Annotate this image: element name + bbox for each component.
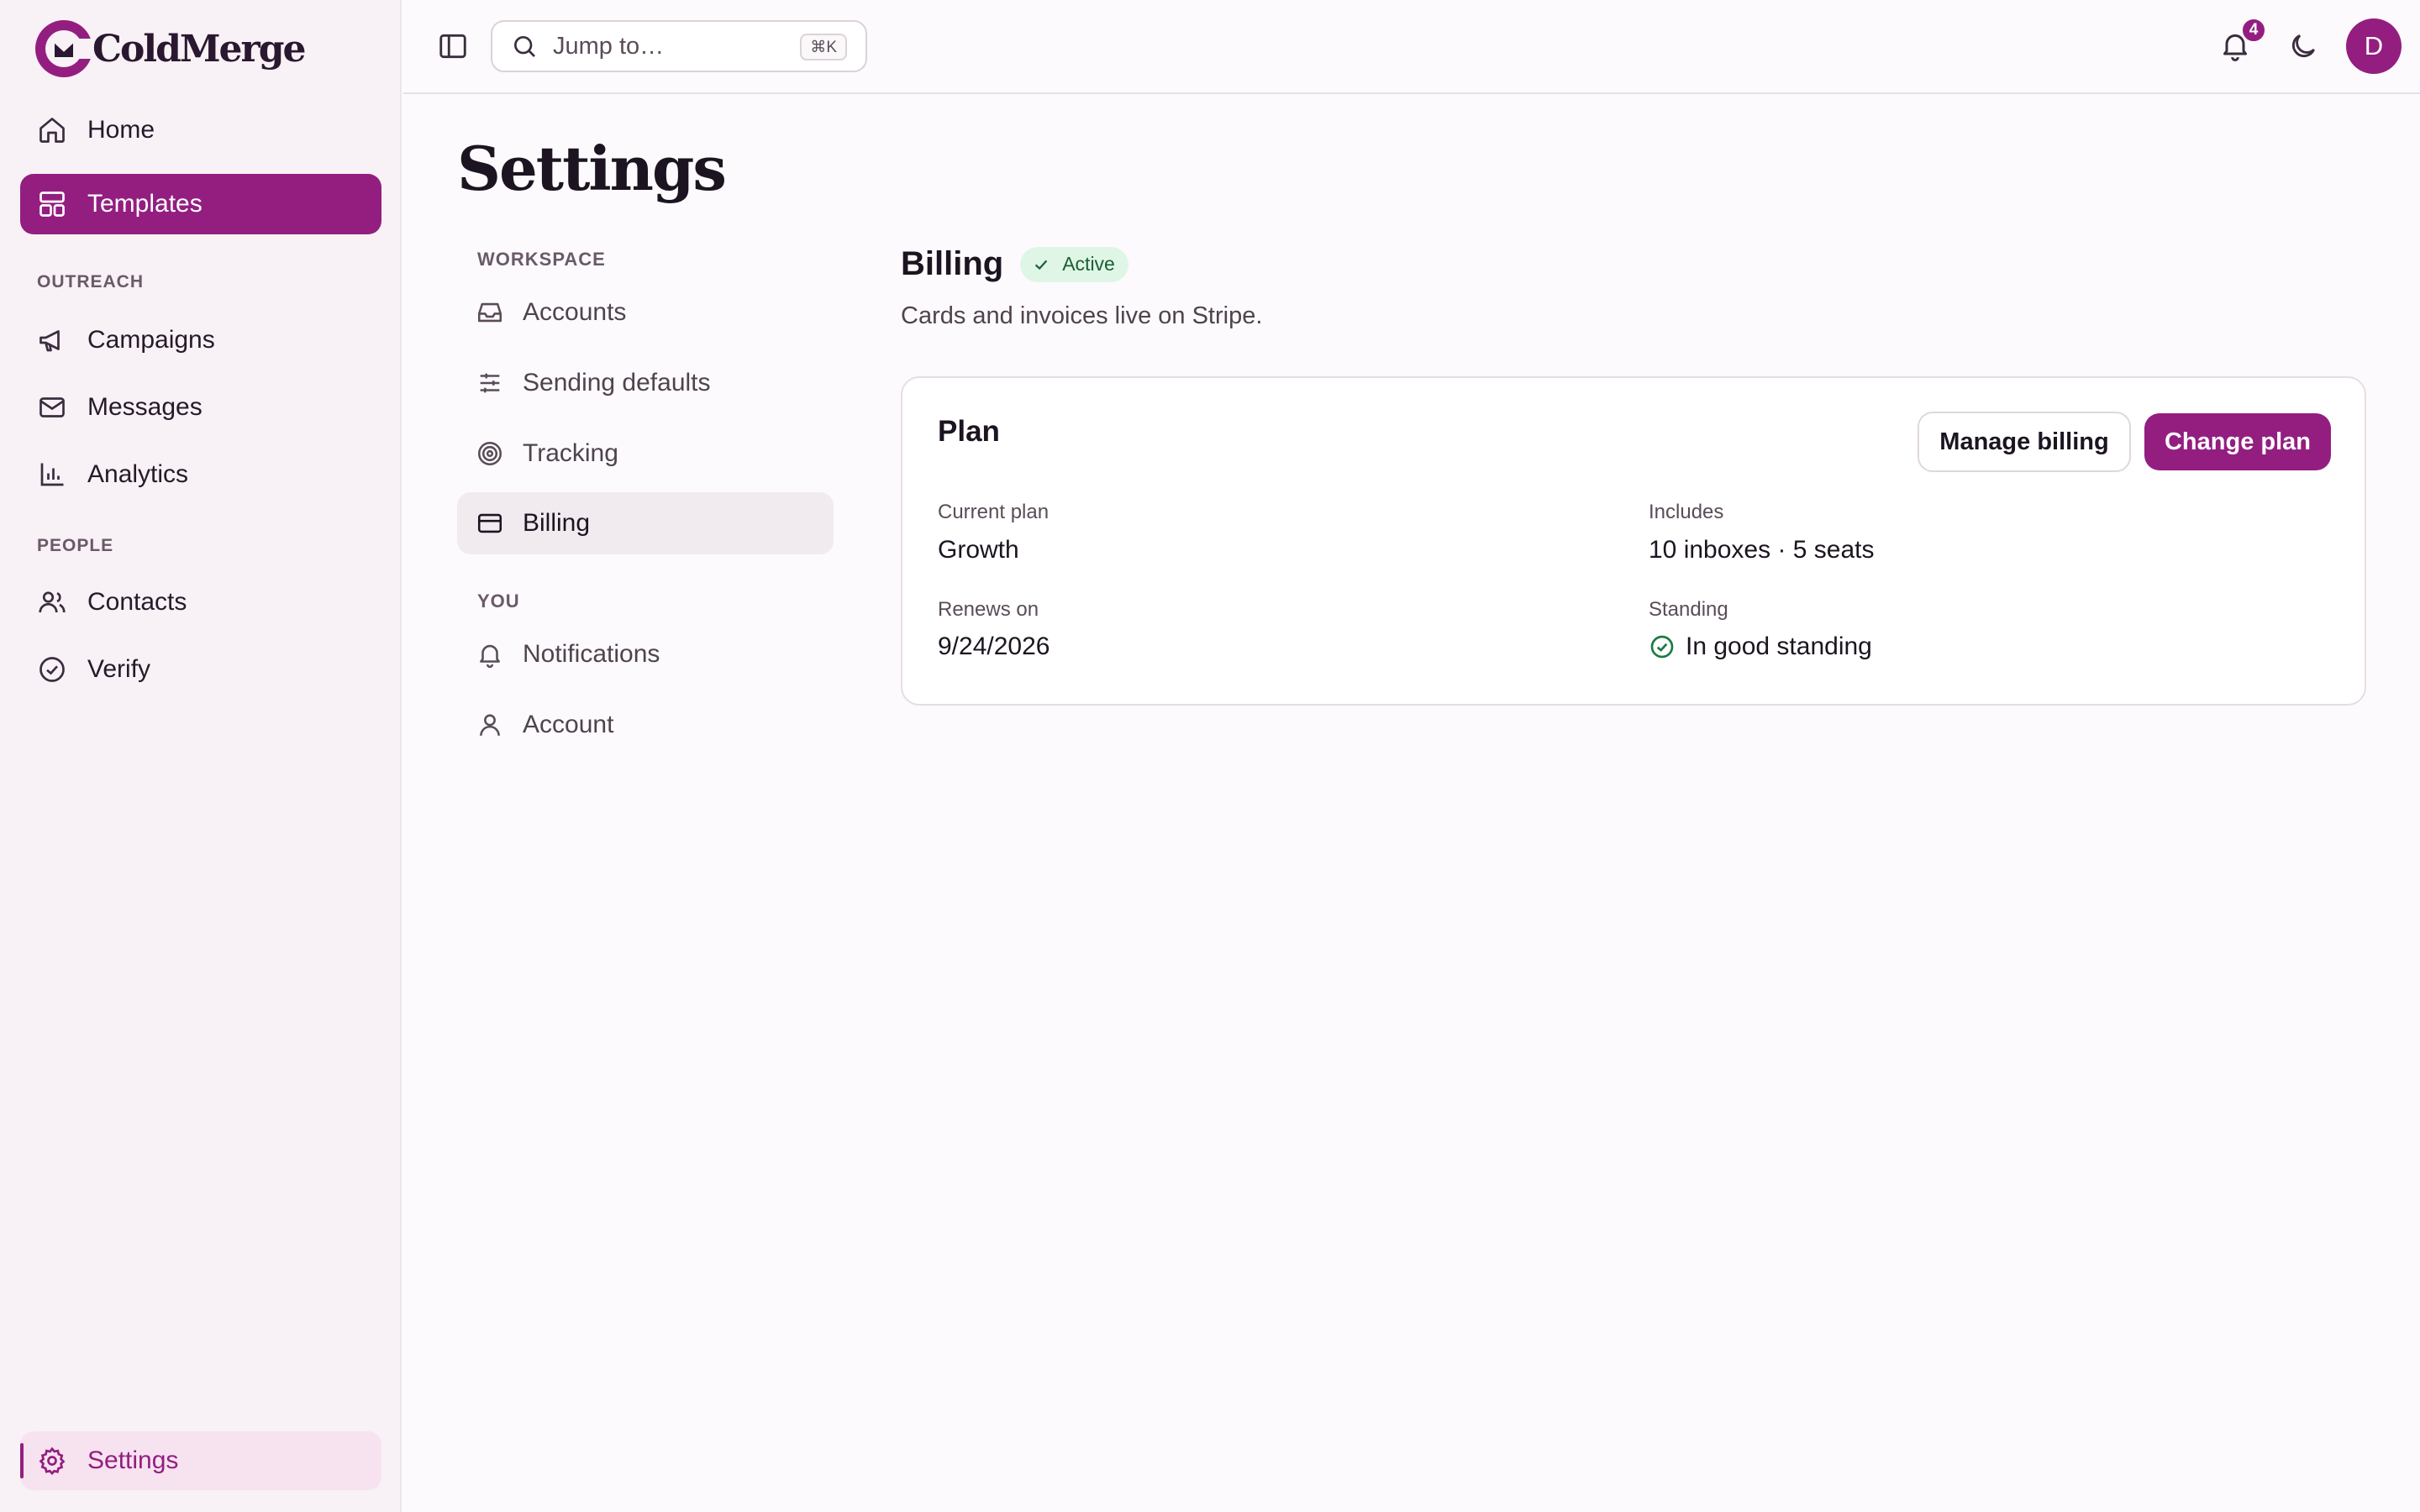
check-icon <box>1035 260 1048 270</box>
sidebar: ColdMerge Home Templates OUTREACH Campai… <box>0 0 402 1512</box>
settings-nav-label: Sending defaults <box>523 369 711 396</box>
active-indicator <box>20 1443 24 1478</box>
current-plan-value: Growth <box>938 536 1019 564</box>
sidebar-item-analytics[interactable]: Analytics <box>20 444 381 505</box>
app-root: ColdMerge Home Templates OUTREACH Campai… <box>0 0 2420 1512</box>
sidebar-section-outreach: OUTREACH <box>37 272 144 291</box>
settings-nav-accounts[interactable]: Accounts <box>457 281 834 344</box>
check-circle-icon <box>39 657 65 682</box>
home-icon <box>39 118 65 143</box>
sidebar-item-label: Home <box>87 116 155 144</box>
sliders-icon <box>480 373 500 393</box>
settings-nav-label: Billing <box>523 509 591 537</box>
status-badge: Active <box>1020 246 1128 282</box>
bar-chart-icon <box>40 463 64 486</box>
mail-icon <box>39 397 65 417</box>
renews-on-value: 9/24/2026 <box>938 633 1050 660</box>
inbox-icon <box>477 302 502 323</box>
search-placeholder: Jump to… <box>553 32 665 60</box>
settings-nav-tracking[interactable]: Tracking <box>457 423 834 485</box>
target-icon <box>477 441 502 466</box>
notification-count-badge: 4 <box>2240 17 2267 44</box>
page-title: Settings <box>457 133 727 204</box>
billing-title: Billing <box>901 245 1004 282</box>
bell-icon <box>480 644 500 669</box>
gear-icon <box>39 1446 66 1475</box>
includes-label: Includes <box>1649 501 1724 523</box>
sidebar-item-verify[interactable]: Verify <box>20 639 381 700</box>
plan-card: Plan Manage billing Change plan Current … <box>901 376 2366 706</box>
sidebar-item-label: Analytics <box>87 460 189 488</box>
sidebar-item-label: Settings <box>87 1446 179 1474</box>
sidebar-item-home[interactable]: Home <box>20 100 381 160</box>
sidebar-toggle-icon[interactable] <box>437 30 469 62</box>
sidebar-item-templates[interactable]: Templates <box>20 174 381 234</box>
logo-mark-icon <box>35 20 96 77</box>
settings-nav-account[interactable]: Account <box>457 694 834 756</box>
manage-billing-button[interactable]: Manage billing <box>1918 412 2131 472</box>
renews-on-label: Renews on <box>938 598 1039 621</box>
user-icon <box>480 714 500 736</box>
sidebar-item-campaigns[interactable]: Campaigns <box>20 310 381 370</box>
search-icon <box>514 36 535 57</box>
topbar: Jump to… ⌘K 4 D <box>403 0 2420 94</box>
sidebar-section-people: PEOPLE <box>37 536 114 555</box>
megaphone-icon <box>39 330 60 352</box>
sidebar-item-messages[interactable]: Messages <box>20 377 381 438</box>
settings-nav-notifications[interactable]: Notifications <box>457 623 834 685</box>
change-plan-button[interactable]: Change plan <box>2144 413 2331 470</box>
layout-icon <box>39 192 65 217</box>
billing-description: Cards and invoices live on Stripe. <box>901 302 1263 329</box>
settings-section-you: YOU <box>477 591 520 612</box>
current-plan-label: Current plan <box>938 501 1050 523</box>
standing-value: In good standing <box>1649 633 1872 661</box>
sidebar-item-settings[interactable]: Settings <box>20 1431 381 1490</box>
billing-header: Billing Active <box>901 245 1128 283</box>
sidebar-item-label: Templates <box>87 190 203 218</box>
plan-card-title: Plan <box>938 415 1000 448</box>
app-name: ColdMerge <box>92 27 306 71</box>
standing-label: Standing <box>1649 598 1728 621</box>
settings-nav-billing[interactable]: Billing <box>457 492 834 554</box>
sidebar-item-label: Contacts <box>87 588 187 616</box>
settings-nav-label: Tracking <box>523 439 618 467</box>
sidebar-item-label: Messages <box>87 393 203 421</box>
settings-nav-label: Notifications <box>523 640 660 668</box>
users-icon <box>39 591 66 613</box>
settings-nav-label: Accounts <box>523 298 627 326</box>
user-avatar[interactable]: D <box>2346 18 2402 74</box>
status-label: Active <box>1062 253 1115 275</box>
dark-mode-moon-icon[interactable] <box>2287 30 2319 62</box>
app-logo[interactable]: ColdMerge <box>32 17 306 81</box>
search-input[interactable]: Jump to… ⌘K <box>491 20 867 72</box>
check-circle-icon <box>1650 635 1674 659</box>
credit-card-icon <box>477 513 502 533</box>
includes-value: 10 inboxes · 5 seats <box>1649 536 1875 564</box>
settings-nav-label: Account <box>523 711 614 738</box>
sidebar-item-contacts[interactable]: Contacts <box>20 572 381 633</box>
sidebar-item-label: Verify <box>87 655 151 683</box>
sidebar-item-label: Campaigns <box>87 326 215 354</box>
settings-nav-sending-defaults[interactable]: Sending defaults <box>457 352 834 414</box>
settings-section-workspace: WORKSPACE <box>477 249 606 270</box>
standing-text: In good standing <box>1686 633 1872 660</box>
search-shortcut-hint: ⌘K <box>800 34 847 60</box>
